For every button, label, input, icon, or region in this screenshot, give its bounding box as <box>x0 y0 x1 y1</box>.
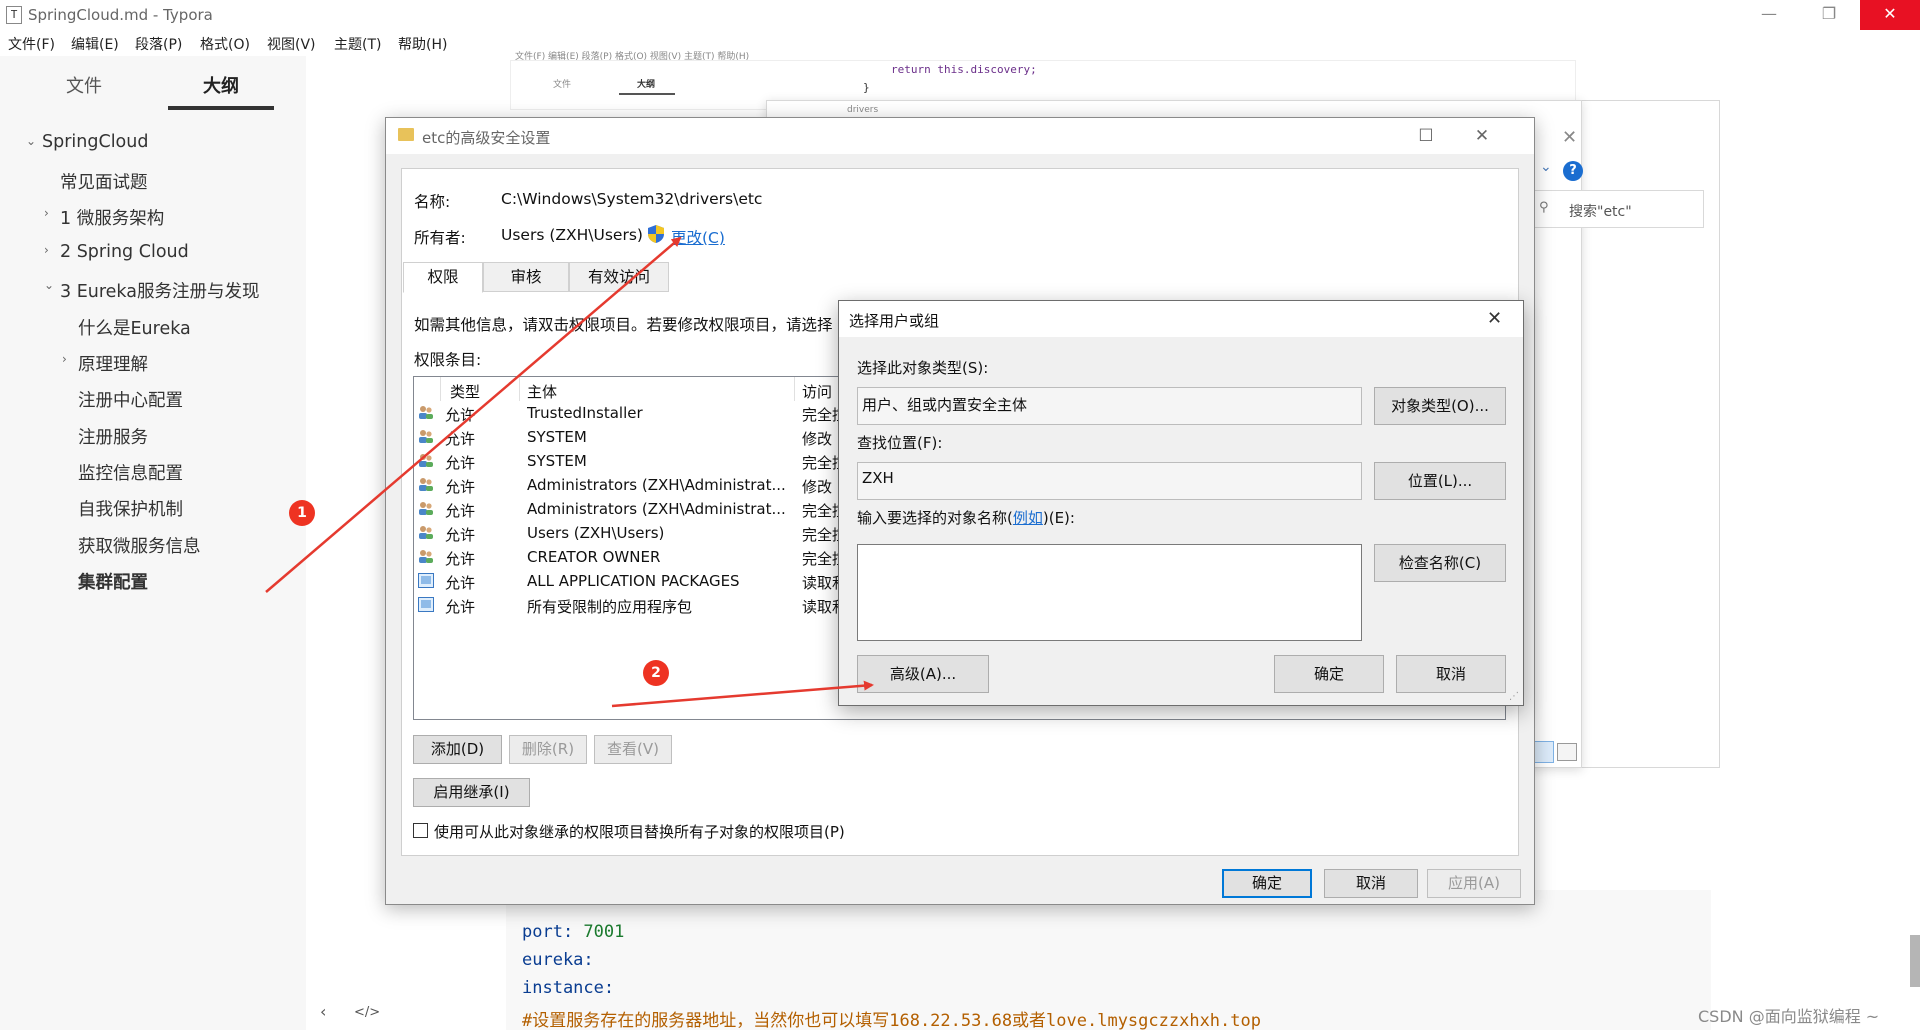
annotation-arrows <box>265 236 874 708</box>
arrow-to-advanced-button <box>611 680 874 708</box>
step-2-badge: 2 <box>643 660 669 686</box>
step-1-badge: 1 <box>289 500 315 526</box>
arrow-to-change-link <box>265 236 682 593</box>
